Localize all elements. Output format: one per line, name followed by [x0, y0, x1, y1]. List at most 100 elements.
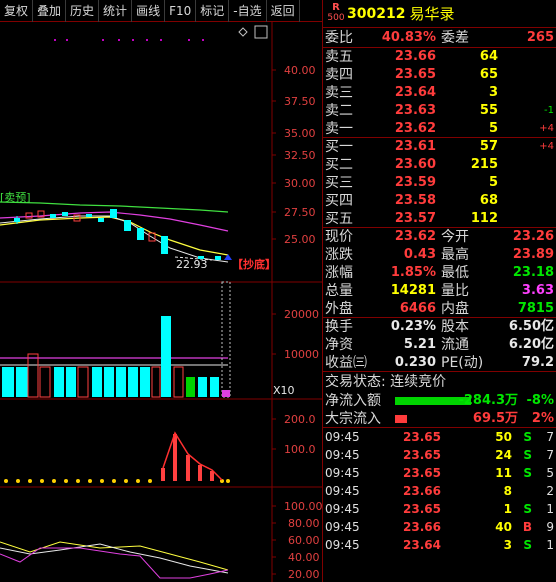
weicha-value: 265 [526, 30, 554, 45]
order-level-label: 买五 [325, 211, 353, 227]
stat-label: 最高 [441, 247, 469, 263]
fundamental-row: 收益㈢ 0.230 PE(动) 79.2 [323, 354, 556, 372]
stat-label: 外盘 [325, 301, 353, 317]
order-price: 23.60 [394, 157, 436, 172]
order-price: 23.61 [394, 139, 436, 154]
kline-chart-area[interactable]: 40.00 37.50 35.00 32.50 30.00 27.50 25.0… [0, 22, 322, 582]
stat-label: 涨幅 [325, 265, 353, 281]
price-stats: 现价 23.62 今开 23.26 涨跌 0.43 最高 23.89 涨幅 1.85% 最低 23.1… [323, 228, 556, 318]
indicator2-tick: 80.00 [288, 517, 320, 530]
stock-code[interactable]: 300212 [347, 6, 405, 22]
tick-time: 09:45 [325, 520, 360, 534]
indicator1-tick: 200.0 [284, 413, 316, 426]
square-toggle-icon [254, 25, 268, 39]
stat-row: 涨幅 1.85% 最低 23.18 [323, 264, 556, 282]
stat-label: 换手 [325, 319, 353, 335]
statistics-button[interactable]: 统计 [99, 0, 133, 22]
order-book-row[interactable]: 卖一 23.62 5 +4 [323, 120, 556, 138]
stat-value: 0.23% [390, 319, 436, 334]
back-button[interactable]: 返回 [267, 0, 300, 22]
ma-signal-label: [卖预] [0, 191, 31, 204]
order-book-row[interactable]: 买三 23.59 5 [323, 174, 556, 192]
tick-direction: B [522, 520, 532, 534]
remove-watchlist-button[interactable]: -自选 [229, 0, 267, 22]
price-tick: 37.50 [284, 95, 316, 108]
sell-orders: 卖五 23.66 64 卖四 23.65 65 卖三 23.64 3 卖二 23.63 55 -1 卖一 2… [323, 48, 556, 138]
tick-row[interactable]: 09:45 23.65 24 S 7 [323, 446, 556, 464]
tick-row[interactable]: 09:45 23.65 1 S 1 [323, 500, 556, 518]
order-price: 23.66 [394, 49, 436, 64]
tick-price: 23.65 [403, 502, 441, 516]
order-book-row[interactable]: 卖四 23.65 65 [323, 66, 556, 84]
order-book-row[interactable]: 买四 23.58 68 [323, 192, 556, 210]
tick-row[interactable]: 09:45 23.65 11 S 5 [323, 464, 556, 482]
tick-volume: 11 [495, 466, 512, 480]
order-book-row[interactable]: 买一 23.61 57 +4 [323, 138, 556, 156]
order-volume: 3 [488, 85, 498, 100]
tick-volume: 1 [503, 502, 512, 516]
ma-line-white [0, 215, 229, 263]
tick-row[interactable]: 09:45 23.64 3 S 1 [323, 536, 556, 554]
tick-price: 23.65 [403, 448, 441, 462]
rank-badge-number: 500 [327, 12, 345, 23]
tick-row[interactable]: 09:45 23.66 40 B 9 [323, 518, 556, 536]
order-book-row[interactable]: 卖五 23.66 64 [323, 48, 556, 66]
mark-button[interactable]: 标记 [196, 0, 230, 22]
price-tick: 32.50 [284, 149, 316, 162]
order-change: -1 [544, 105, 554, 116]
stat-value: 6.50亿 [508, 319, 554, 334]
stock-name[interactable]: 易华录 [409, 3, 454, 24]
stat-label: 内盘 [441, 301, 469, 317]
order-level-label: 卖二 [325, 103, 353, 119]
stat-value: 0.43 [403, 247, 436, 262]
tick-count: 7 [546, 430, 554, 444]
restore-rights-button[interactable]: 复权 [0, 0, 34, 22]
order-level-label: 卖一 [325, 121, 353, 137]
tick-direction: S [523, 430, 532, 444]
indicator1-dots [4, 479, 230, 483]
order-book-row[interactable]: 买五 23.57 112 [323, 210, 556, 228]
draw-line-button[interactable]: 画线 [132, 0, 166, 22]
volume-unit: X10 [273, 384, 295, 397]
stat-value: 1.85% [390, 265, 436, 280]
tick-row[interactable]: 09:45 23.66 8 2 [323, 482, 556, 500]
order-book-row[interactable]: 卖三 23.64 3 [323, 84, 556, 102]
price-tick: 27.50 [284, 206, 316, 219]
stock-header: R 500 300212 易华录 [323, 0, 556, 28]
indicator2-tick: 100.00 [284, 500, 322, 513]
order-book-row[interactable]: 卖二 23.63 55 -1 [323, 102, 556, 120]
stat-value: 3.63 [521, 283, 554, 298]
order-price: 23.59 [394, 175, 436, 190]
tick-volume: 3 [503, 538, 512, 552]
history-button[interactable]: 历史 [66, 0, 100, 22]
order-change: +4 [539, 141, 554, 152]
order-volume: 5 [488, 121, 498, 136]
order-change: +4 [539, 123, 554, 134]
net-flow-value: -284.3万 [458, 393, 518, 408]
tick-time: 09:45 [325, 484, 360, 498]
stat-label: 净资 [325, 337, 353, 353]
fundamental-row: 净资 5.21 流通 6.20亿 [323, 336, 556, 354]
tick-row[interactable]: 09:45 23.65 50 S 7 [323, 428, 556, 446]
order-volume: 5 [488, 175, 498, 190]
stat-label: 今开 [441, 229, 469, 245]
overlay-button[interactable]: 叠加 [33, 0, 67, 22]
fundamental-row: 换手 0.23% 股本 6.50亿 [323, 318, 556, 336]
order-volume: 215 [470, 157, 498, 172]
stat-label: 流通 [441, 337, 469, 353]
f10-button[interactable]: F10 [165, 0, 197, 22]
price-axis: 40.00 37.50 35.00 32.50 30.00 27.50 25.0… [272, 64, 316, 246]
tick-direction: S [523, 466, 532, 480]
tick-list[interactable]: 09:45 23.65 50 S 7 09:45 23.65 24 S 7 09:45 23.65 11… [323, 428, 556, 554]
stat-label: 量比 [441, 283, 469, 299]
rank-badge: R 500 [327, 2, 345, 25]
indicator1-axis: 200.0 100.0 [272, 413, 316, 456]
kline-chart-svg[interactable]: 40.00 37.50 35.00 32.50 30.00 27.50 25.0… [0, 22, 322, 582]
chart-toolbar: 复权 叠加 历史 统计 画线 F10 标记 -自选 返回 [0, 0, 322, 22]
order-price: 23.62 [394, 121, 436, 136]
order-book-row[interactable]: 买二 23.60 215 [323, 156, 556, 174]
order-price: 23.58 [394, 193, 436, 208]
indicator2-tick: 40.00 [288, 551, 320, 564]
tick-count: 7 [546, 448, 554, 462]
tick-direction: S [523, 538, 532, 552]
